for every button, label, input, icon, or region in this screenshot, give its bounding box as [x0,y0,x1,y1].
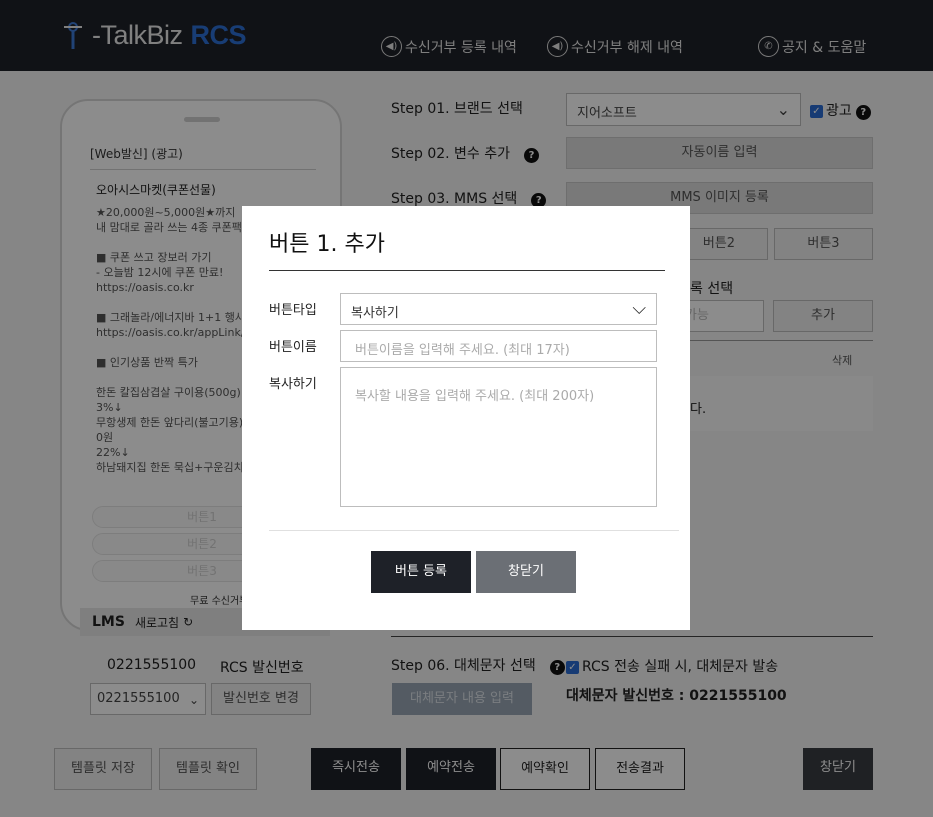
button-type-select[interactable]: 복사하기 ⌵ [340,293,657,325]
button-name-label: 버튼이름 [269,340,317,355]
add-button-modal: 버튼 1. 추가 버튼타입 복사하기 ⌵ 버튼이름 버튼이름을 입력해 주세요.… [242,206,690,630]
chevron-down-icon: ⌵ [632,298,646,319]
button-type-value: 복사하기 [351,306,399,321]
modal-title: 버튼 1. 추가 [269,232,385,257]
copy-content-textarea[interactable]: 복사할 내용을 입력해 주세요. (최대 200자) [340,367,657,507]
divider [269,530,679,531]
register-button[interactable]: 버튼 등록 [371,551,471,593]
button-type-label: 버튼타입 [269,303,317,318]
button-name-input[interactable]: 버튼이름을 입력해 주세요. (최대 17자) [340,330,657,362]
modal-close-button[interactable]: 창닫기 [476,551,576,593]
divider [269,270,665,271]
copy-content-label: 복사하기 [269,377,317,392]
